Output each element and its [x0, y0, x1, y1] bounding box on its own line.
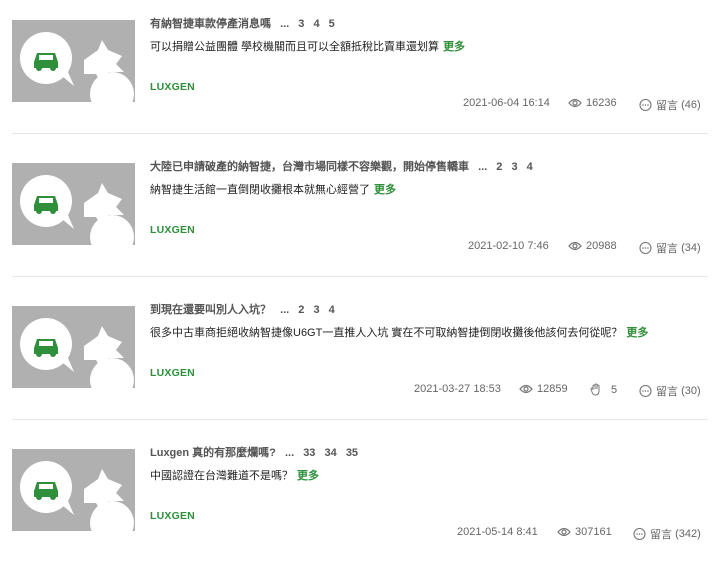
post-title-row: Luxgen 真的有那麼爛嗎? ... 33 34 35 — [150, 444, 358, 460]
comment-count-value: (46) — [681, 99, 701, 111]
comment-label: 留言 — [656, 386, 678, 398]
comment-count[interactable]: 留言 (34) — [639, 240, 701, 256]
ellipsis: ... — [280, 304, 290, 316]
post-title[interactable]: 有納智捷車款停產消息嗎 — [150, 18, 271, 30]
more-link[interactable]: 更多 — [297, 470, 319, 482]
brand-tag[interactable]: LUXGEN — [150, 510, 195, 522]
speech-bubble-icon — [639, 98, 652, 111]
post-title-row: 到現在還要叫別人入坑？ ... 2 3 4 — [150, 301, 335, 317]
pagination: ... 3 4 5 — [280, 18, 335, 30]
eye-icon — [557, 527, 571, 537]
page-link[interactable]: 3 — [313, 304, 319, 316]
brand-tag[interactable]: LUXGEN — [150, 367, 195, 379]
view-count-value: 16236 — [586, 97, 617, 109]
post-excerpt: 納智捷生活館一直倒閉收攤根本就無心經營了 更多 — [150, 181, 396, 197]
ellipsis: ... — [284, 447, 295, 459]
post-thumbnail[interactable] — [12, 20, 135, 102]
comment-label: 留言 — [650, 529, 672, 541]
post-card: 大陸已申請破產的納智捷，台灣市場同樣不容樂觀，開始停售轎車 ... 2 3 4 … — [0, 143, 720, 285]
divider — [12, 133, 708, 134]
page-link[interactable]: 2 — [496, 161, 502, 173]
view-count-value: 307161 — [575, 526, 612, 538]
page-link[interactable]: 33 — [303, 447, 315, 459]
excerpt-text: 中國認證在台灣難道不是嗎？ — [150, 470, 293, 482]
excerpt-text: 很多中古車商拒絕收納智捷像U6GT一直推人入坑 實在不可取納智捷倒閉收攤後他該何… — [150, 327, 623, 339]
ellipsis: ... — [478, 161, 488, 173]
view-count: 16236 — [568, 97, 617, 109]
view-count: 307161 — [557, 526, 612, 538]
comment-count-value: (34) — [681, 242, 701, 254]
car-speech-bubble-icon — [12, 20, 135, 102]
divider — [12, 276, 708, 277]
car-speech-bubble-icon — [12, 306, 135, 388]
post-date: 2021-05-14 8:41 — [457, 526, 538, 538]
view-count-value: 12859 — [537, 383, 568, 395]
clap-icon — [590, 383, 600, 396]
pagination: ... 33 34 35 — [285, 447, 358, 459]
pagination: ... 2 3 4 — [280, 304, 335, 316]
car-speech-bubble-icon — [12, 449, 135, 531]
more-link[interactable]: 更多 — [443, 41, 465, 53]
page-link[interactable]: 4 — [329, 304, 335, 316]
ellipsis: ... — [280, 18, 290, 30]
post-thumbnail[interactable] — [12, 306, 135, 388]
page-link[interactable]: 34 — [325, 447, 337, 459]
more-link[interactable]: 更多 — [626, 327, 648, 339]
page-link[interactable]: 35 — [346, 447, 358, 459]
post-card: 有納智捷車款停產消息嗎 ... 3 4 5 可以捐贈公益團體 學校機關而且可以全… — [0, 0, 720, 142]
post-excerpt: 中國認證在台灣難道不是嗎？ 更多 — [150, 467, 319, 483]
post-excerpt: 很多中古車商拒絕收納智捷像U6GT一直推人入坑 實在不可取納智捷倒閉收攤後他該何… — [150, 324, 648, 340]
brand-tag[interactable]: LUXGEN — [150, 224, 195, 236]
post-card: 到現在還要叫別人入坑？ ... 2 3 4 很多中古車商拒絕收納智捷像U6GT一… — [0, 286, 720, 428]
page-link[interactable]: 3 — [298, 18, 304, 30]
comment-label: 留言 — [656, 100, 678, 112]
post-date: 2021-03-27 18:53 — [414, 383, 501, 395]
post-title[interactable]: Luxgen 真的有那麼爛嗎? — [150, 447, 276, 459]
page-link[interactable]: 4 — [527, 161, 533, 173]
post-thumbnail[interactable] — [12, 449, 135, 531]
post-title-row: 大陸已申請破產的納智捷，台灣市場同樣不容樂觀，開始停售轎車 ... 2 3 4 — [150, 158, 533, 174]
post-date: 2021-06-04 16:14 — [463, 97, 550, 109]
brand-tag[interactable]: LUXGEN — [150, 81, 195, 93]
post-list: 有納智捷車款停產消息嗎 ... 3 4 5 可以捐贈公益團體 學校機關而且可以全… — [0, 0, 720, 557]
divider — [12, 419, 708, 420]
comment-count[interactable]: 留言 (46) — [639, 97, 701, 113]
comment-count[interactable]: 留言 (342) — [633, 526, 701, 542]
eye-icon — [568, 241, 582, 251]
speech-bubble-icon — [633, 527, 646, 540]
view-count: 20988 — [568, 240, 617, 252]
like-count-value: 5 — [611, 383, 618, 396]
comment-count-value: (30) — [681, 385, 701, 397]
post-title-row: 有納智捷車款停產消息嗎 ... 3 4 5 — [150, 15, 335, 31]
like-count[interactable]: 5 — [590, 383, 617, 396]
pagination: ... 2 3 4 — [478, 161, 533, 173]
more-link[interactable]: 更多 — [374, 184, 396, 196]
excerpt-text: 可以捐贈公益團體 學校機關而且可以全額抵稅比賣車還划算 — [150, 41, 440, 53]
post-card: Luxgen 真的有那麼爛嗎? ... 33 34 35 中國認證在台灣難道不是… — [0, 429, 720, 571]
eye-icon — [568, 98, 582, 108]
view-count: 12859 — [519, 383, 568, 395]
post-title[interactable]: 大陸已申請破產的納智捷，台灣市場同樣不容樂觀，開始停售轎車 — [150, 161, 469, 173]
speech-bubble-icon — [639, 241, 652, 254]
comment-count-value: (342) — [675, 528, 701, 540]
post-excerpt: 可以捐贈公益團體 學校機關而且可以全額抵稅比賣車還划算 更多 — [150, 38, 465, 54]
post-date: 2021-02-10 7:46 — [468, 240, 549, 252]
speech-bubble-icon — [639, 384, 652, 397]
post-title[interactable]: 到現在還要叫別人入坑？ — [150, 304, 271, 316]
comment-count[interactable]: 留言 (30) — [639, 383, 701, 399]
page-link[interactable]: 3 — [511, 161, 517, 173]
eye-icon — [519, 384, 533, 394]
car-speech-bubble-icon — [12, 163, 135, 245]
comment-label: 留言 — [656, 243, 678, 255]
page-link[interactable]: 5 — [329, 18, 335, 30]
page-link[interactable]: 4 — [313, 18, 319, 30]
excerpt-text: 納智捷生活館一直倒閉收攤根本就無心經營了 — [150, 184, 370, 196]
view-count-value: 20988 — [586, 240, 617, 252]
post-thumbnail[interactable] — [12, 163, 135, 245]
page-link[interactable]: 2 — [298, 304, 304, 316]
